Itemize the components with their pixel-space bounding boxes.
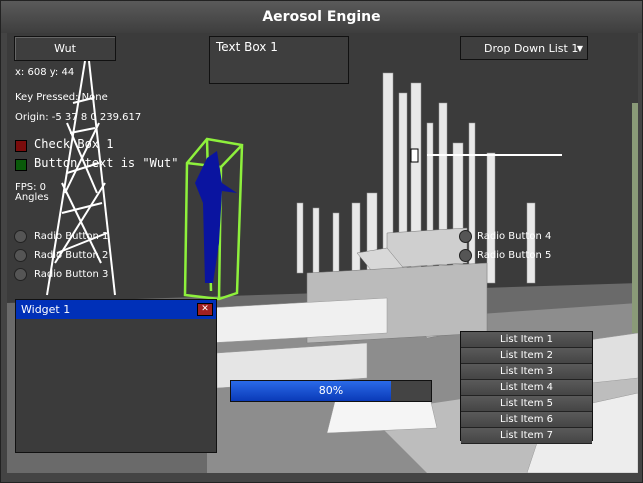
radio-button-3-label: Radio Button 3 <box>34 269 109 280</box>
mouse-coords: x: 608 y: 44 <box>15 67 75 78</box>
radio-button-2[interactable] <box>14 249 27 262</box>
key-pressed-label: Key Pressed: None <box>15 92 108 103</box>
app-window: Aerosol Engine Wut x: 608 y: 44 Key Pres… <box>0 0 643 483</box>
3d-viewport[interactable]: Wut x: 608 y: 44 Key Pressed: None Origi… <box>7 33 638 473</box>
radio-button-2-label: Radio Button 2 <box>34 250 109 261</box>
list-item[interactable]: List Item 4 <box>461 380 592 396</box>
checkbox-2-label: Button text is "Wut" <box>34 156 179 170</box>
list-item[interactable]: List Item 7 <box>461 428 592 444</box>
close-icon[interactable]: ✕ <box>197 303 213 316</box>
checkbox-2[interactable] <box>15 159 27 171</box>
widget-title-bar[interactable]: Widget 1 ✕ <box>16 300 216 319</box>
progress-label: 80% <box>318 384 344 397</box>
angles-label: Angles <box>15 192 49 203</box>
list-item[interactable]: List Item 2 <box>461 348 592 364</box>
radio-button-5[interactable] <box>459 249 472 262</box>
list-item[interactable]: List Item 1 <box>461 332 592 348</box>
drop-down-list[interactable]: Drop Down List 1 ▼ <box>460 36 588 60</box>
checkbox-1[interactable] <box>15 140 27 152</box>
text-box[interactable]: Text Box 1 <box>209 36 349 84</box>
origin-label: Origin: -5 37 8 0 239.617 <box>15 112 142 123</box>
widget-title: Widget 1 <box>21 303 71 316</box>
radio-button-4-label: Radio Button 4 <box>477 231 552 242</box>
radio-button-1-label: Radio Button 1 <box>34 231 109 242</box>
radio-button-4[interactable] <box>459 230 472 243</box>
widget-window: Widget 1 ✕ <box>15 299 217 453</box>
drop-down-value: Drop Down List 1 <box>484 42 579 55</box>
window-title: Aerosol Engine <box>1 1 642 33</box>
progress-bar: 80% <box>230 380 432 402</box>
radio-button-1[interactable] <box>14 230 27 243</box>
list-item[interactable]: List Item 5 <box>461 396 592 412</box>
radio-button-3[interactable] <box>14 268 27 281</box>
list-box[interactable]: List Item 1 List Item 2 List Item 3 List… <box>460 331 593 444</box>
checkbox-1-label: Check Box 1 <box>34 137 114 151</box>
chevron-down-icon: ▼ <box>576 44 583 53</box>
list-item[interactable]: List Item 3 <box>461 364 592 380</box>
wut-button[interactable]: Wut <box>14 36 116 61</box>
radio-button-5-label: Radio Button 5 <box>477 250 552 261</box>
list-item[interactable]: List Item 6 <box>461 412 592 428</box>
